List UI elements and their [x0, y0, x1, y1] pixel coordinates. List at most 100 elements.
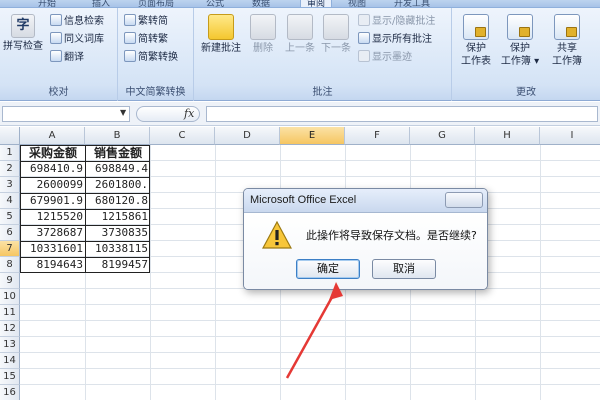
next-comment-button[interactable]: 下一条	[318, 14, 354, 55]
insert-function-icon[interactable]: fx	[184, 107, 194, 120]
tab-home[interactable]: 开始	[38, 0, 56, 7]
ribbon: 字 拼写检查 信息检索 同义词库 翻译 校对 繁转简 简转繁 简繁转换 中文简繁…	[0, 8, 600, 101]
new-comment-button[interactable]: 新建批注	[198, 14, 244, 55]
chinese-conversion-button[interactable]: 简繁转换	[124, 50, 178, 66]
tab-data[interactable]: 数据	[252, 0, 270, 7]
cell-a4[interactable]: 679901.9	[21, 193, 85, 209]
trad-to-simp-label: 繁转简	[138, 16, 168, 27]
cell-a6[interactable]: 3728687	[21, 225, 85, 241]
row-header-3[interactable]: 3	[0, 177, 20, 193]
simp-to-trad-button[interactable]: 简转繁	[124, 32, 168, 48]
cell-b5[interactable]: 1215861	[86, 209, 150, 225]
cell-b3[interactable]: 2601800.	[86, 177, 150, 193]
show-hide-comment-button[interactable]: 显示/隐藏批注	[358, 14, 435, 30]
dialog-body: 此操作将导致保存文档。是否继续? 确定 取消	[244, 213, 487, 289]
cell-a3[interactable]: 2600099	[21, 177, 85, 193]
protect-sheet-label-2: 工作表	[461, 56, 491, 67]
show-all-comments-button[interactable]: 显示所有批注	[358, 32, 432, 48]
confirm-dialog: Microsoft Office Excel 此操作将导致保存文档。是否继续? …	[243, 188, 488, 290]
cancel-button[interactable]: 取消	[372, 259, 436, 279]
column-header-e[interactable]: E	[280, 127, 345, 145]
tab-view[interactable]: 视图	[348, 0, 366, 7]
proofing-group-label: 校对	[0, 86, 117, 100]
previous-comment-label: 上一条	[285, 43, 315, 54]
cell-b6[interactable]: 3730835	[86, 225, 150, 241]
formula-input[interactable]	[206, 106, 598, 122]
cell-a7[interactable]: 10331601	[21, 241, 85, 257]
row-header-1[interactable]: 1	[0, 145, 20, 161]
row-header-16[interactable]: 16	[0, 385, 20, 400]
cell-b8[interactable]: 8199457	[86, 257, 150, 273]
column-header-g[interactable]: G	[410, 127, 475, 145]
protect-sheet-button[interactable]: 保护 工作表	[456, 14, 496, 68]
dialog-titlebar[interactable]: Microsoft Office Excel	[244, 189, 487, 213]
new-comment-icon	[208, 14, 234, 40]
chinese-conversion-icon	[124, 50, 136, 62]
cell-b1[interactable]: 销售金额	[86, 145, 150, 161]
warning-icon	[262, 221, 292, 249]
formula-bar: ▼ fx	[0, 102, 600, 126]
tab-review[interactable]: 审阅	[300, 0, 333, 7]
delete-comment-button[interactable]: 删除	[246, 14, 280, 55]
cell-b7[interactable]: 10338115	[86, 241, 150, 257]
protect-workbook-button[interactable]: 保护 工作簿 ▾	[498, 14, 542, 68]
row-header-6[interactable]: 6	[0, 225, 20, 241]
simp-to-trad-label: 简转繁	[138, 34, 168, 45]
ok-button[interactable]: 确定	[296, 259, 360, 279]
chinese-conversion-group: 繁转简 简转繁 简繁转换 中文简繁转换	[118, 8, 194, 101]
trad-to-simp-button[interactable]: 繁转简	[124, 14, 168, 30]
show-all-comments-label: 显示所有批注	[372, 34, 432, 45]
previous-comment-button[interactable]: 上一条	[282, 14, 318, 55]
cell-b4[interactable]: 680120.8	[86, 193, 150, 209]
cell-a2[interactable]: 698410.9	[21, 161, 85, 177]
translate-button[interactable]: 翻译	[50, 50, 84, 66]
tab-page-layout[interactable]: 页面布局	[138, 0, 174, 7]
protect-workbook-label-2: 工作簿 ▾	[500, 56, 540, 67]
row-header-14[interactable]: 14	[0, 353, 20, 369]
thesaurus-button[interactable]: 同义词库	[50, 32, 104, 48]
row-header-7[interactable]: 7	[0, 241, 20, 257]
tab-insert[interactable]: 插入	[92, 0, 110, 7]
column-header-i[interactable]: I	[540, 127, 600, 145]
table-row-line	[20, 225, 150, 226]
tab-developer[interactable]: 开发工具	[394, 0, 430, 7]
translate-label: 翻译	[64, 52, 84, 63]
research-button[interactable]: 信息检索	[50, 14, 104, 30]
thesaurus-icon	[50, 32, 62, 44]
column-header-d[interactable]: D	[215, 127, 280, 145]
row-header-8[interactable]: 8	[0, 257, 20, 273]
select-all-corner[interactable]	[0, 127, 20, 145]
name-box-dropdown-icon[interactable]: ▼	[120, 108, 126, 117]
cell-a1[interactable]: 采购金额	[21, 145, 85, 161]
research-icon	[50, 14, 62, 26]
cell-a8[interactable]: 8194643	[21, 257, 85, 273]
row-header-15[interactable]: 15	[0, 369, 20, 385]
row-header-9[interactable]: 9	[0, 273, 20, 289]
row-header-4[interactable]: 4	[0, 193, 20, 209]
row-header-13[interactable]: 13	[0, 337, 20, 353]
column-header-f[interactable]: F	[345, 127, 410, 145]
show-ink-button[interactable]: 显示墨迹	[358, 50, 412, 66]
column-header-b[interactable]: B	[85, 127, 150, 145]
row-header-5[interactable]: 5	[0, 209, 20, 225]
spell-check-button[interactable]: 字 拼写检查	[0, 14, 46, 53]
cell-b2[interactable]: 698849.4	[86, 161, 150, 177]
protect-workbook-label-1: 保护	[510, 43, 530, 54]
column-header-c[interactable]: C	[150, 127, 215, 145]
share-workbook-button[interactable]: 共享 工作簿	[544, 14, 590, 68]
row-header-10[interactable]: 10	[0, 289, 20, 305]
column-header-h[interactable]: H	[475, 127, 540, 145]
ribbon-tabs: 开始 插入 页面布局 公式 数据 审阅 视图 开发工具	[0, 0, 600, 8]
column-header-a[interactable]: A	[20, 127, 85, 145]
new-comment-label: 新建批注	[201, 43, 241, 54]
row-header-12[interactable]: 12	[0, 321, 20, 337]
grid-hline	[20, 320, 600, 321]
dialog-close-button[interactable]	[445, 192, 483, 208]
changes-group-label: 更改	[452, 86, 600, 100]
name-box[interactable]	[2, 106, 130, 122]
tab-formulas[interactable]: 公式	[206, 0, 224, 7]
cell-a5[interactable]: 1215520	[21, 209, 85, 225]
row-header-2[interactable]: 2	[0, 161, 20, 177]
spell-check-icon: 字	[11, 14, 35, 38]
row-header-11[interactable]: 11	[0, 305, 20, 321]
